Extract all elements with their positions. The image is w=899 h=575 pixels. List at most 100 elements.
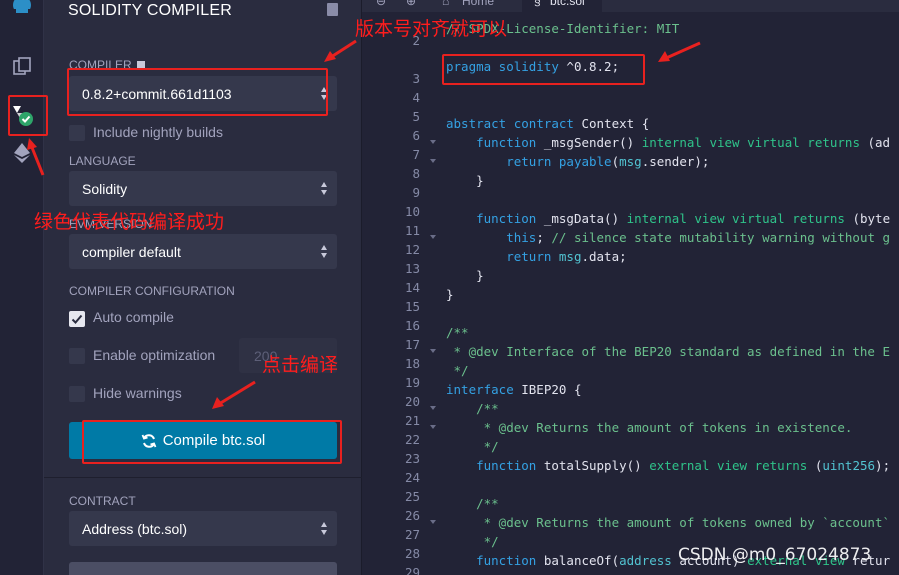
line-number: 4 (412, 90, 420, 105)
code-line-15: } (446, 287, 454, 302)
annotation-success-note: 绿色代表代码编译成功 (34, 211, 225, 233)
annotation-box-compiler-icon (8, 95, 48, 136)
annotation-box-compile-button (82, 420, 342, 464)
line-number: 21 (404, 413, 420, 428)
evm-version-value: compiler default (82, 243, 181, 260)
tab-file-label: btc.sol (550, 0, 585, 8)
annotation-arrow-icon (212, 380, 256, 409)
chevron-updown-icon (321, 244, 328, 259)
auto-compile-checkbox[interactable] (69, 311, 85, 327)
fold-arrow-icon[interactable] (429, 233, 437, 241)
code-line-9: } (446, 173, 484, 188)
annotation-version-note: 版本号对齐就可以 (355, 18, 508, 40)
fold-arrow-icon[interactable] (429, 347, 437, 355)
line-number: 28 (404, 546, 420, 561)
code-line-22: * @dev Returns the amount of tokens in e… (446, 420, 853, 435)
line-number: 9 (412, 185, 420, 200)
hide-warnings-checkbox[interactable] (69, 386, 85, 402)
language-label: LANGUAGE (69, 154, 136, 168)
code-line-23: */ (446, 439, 499, 454)
fold-arrow-icon[interactable] (429, 423, 437, 431)
code-line-21: /** (446, 401, 499, 416)
line-number: 12 (404, 242, 420, 257)
code-editor[interactable]: ⊖ ⊕ ⌂ Home § btc.sol 2 3 4 5 6 7 8 9 10 … (362, 0, 899, 575)
language-value: Solidity (82, 180, 128, 197)
line-number: 18 (404, 356, 420, 371)
line-number: 25 (404, 489, 420, 504)
line-number: 29 (404, 565, 420, 575)
code-line-14: } (446, 268, 484, 283)
line-number: 23 (404, 451, 420, 466)
annotation-arrow-icon (27, 138, 45, 176)
documentation-icon[interactable] (327, 3, 338, 16)
line-number: 26 (404, 508, 420, 523)
include-nightly-label: Include nightly builds (93, 124, 223, 140)
include-nightly-checkbox[interactable] (69, 125, 85, 141)
code-line-24: function totalSupply() external view ret… (476, 458, 891, 473)
line-number: 24 (404, 470, 420, 485)
compiler-config-label: COMPILER CONFIGURATION (69, 284, 235, 298)
line-number: 20 (404, 394, 420, 409)
hide-warnings-label: Hide warnings (93, 385, 182, 401)
fold-arrow-icon[interactable] (429, 404, 437, 412)
code-line-13: return msg.data; (506, 249, 627, 264)
annotation-box-pragma (442, 54, 645, 85)
enable-optimization-checkbox[interactable] (69, 348, 85, 364)
auto-compile-label: Auto compile (93, 309, 174, 325)
code-line-19: */ (446, 363, 469, 378)
editor-tab-bar: ⊖ ⊕ ⌂ Home § btc.sol (362, 0, 899, 12)
annotation-arrow-icon (658, 41, 701, 62)
remix-logo-icon[interactable] (6, 0, 38, 24)
annotation-click-note: 点击编译 (262, 354, 339, 376)
watermark: CSDN @m0_67024873 (678, 545, 872, 565)
contract-value: Address (btc.sol) (82, 520, 188, 537)
line-number: 15 (404, 299, 420, 314)
home-icon: ⌂ (442, 0, 450, 8)
publish-button[interactable] (69, 562, 337, 575)
evm-version-select[interactable]: compiler default (69, 234, 337, 269)
code-line-26: /** (446, 496, 499, 511)
code-line-27: * @dev Returns the amount of tokens owne… (446, 515, 891, 530)
code-line-17: /** (446, 325, 469, 340)
annotation-arrow-icon (324, 39, 357, 62)
line-number: 14 (404, 280, 420, 295)
line-number: 16 (404, 318, 420, 333)
code-line-28: */ (446, 534, 499, 549)
file-explorer-icon[interactable] (6, 51, 38, 83)
line-number: 11 (404, 223, 420, 238)
line-number: 17 (404, 337, 420, 352)
contract-select[interactable]: Address (btc.sol) (69, 511, 337, 546)
section-divider (44, 477, 362, 478)
line-number: 13 (404, 261, 420, 276)
contract-label: CONTRACT (69, 494, 136, 508)
line-number: 27 (404, 527, 420, 542)
tab-btc-sol[interactable]: § btc.sol (522, 0, 602, 12)
line-number: 10 (404, 204, 420, 219)
code-line-11: function _msgData() internal view virtua… (476, 211, 891, 226)
line-number-gutter: 2 3 4 5 6 7 8 9 10 11 12 13 14 15 16 17 … (362, 12, 437, 575)
code-line-6: abstract contract Context { (446, 116, 650, 131)
code-line-7: function _msgSender() internal view virt… (476, 135, 891, 150)
code-line-18: * @dev Interface of the BEP20 standard a… (446, 344, 891, 359)
language-select[interactable]: Solidity (69, 171, 337, 206)
line-number: 7 (412, 147, 420, 162)
code-line-20: interface IBEP20 { (446, 382, 582, 397)
fold-arrow-icon[interactable] (429, 138, 437, 146)
icon-rail (0, 0, 44, 575)
chevron-updown-icon (321, 181, 328, 196)
fold-arrow-icon[interactable] (429, 157, 437, 165)
zoom-in-icon[interactable]: ⊕ (406, 0, 416, 8)
enable-optimization-label: Enable optimization (93, 347, 216, 363)
code-line-12: this; // silence state mutability warnin… (506, 230, 891, 245)
tab-home[interactable]: Home (462, 0, 494, 8)
line-number: 8 (412, 166, 420, 181)
file-icon: § (534, 0, 541, 8)
annotation-box-compiler-version (67, 68, 328, 116)
line-number: 3 (412, 71, 420, 86)
checkmark-icon (71, 314, 83, 324)
line-number: 6 (412, 128, 420, 143)
fold-arrow-icon[interactable] (429, 518, 437, 526)
code-line-8: return payable(msg.sender); (506, 154, 710, 169)
zoom-out-icon[interactable]: ⊖ (376, 0, 386, 8)
chevron-updown-icon (321, 521, 328, 536)
